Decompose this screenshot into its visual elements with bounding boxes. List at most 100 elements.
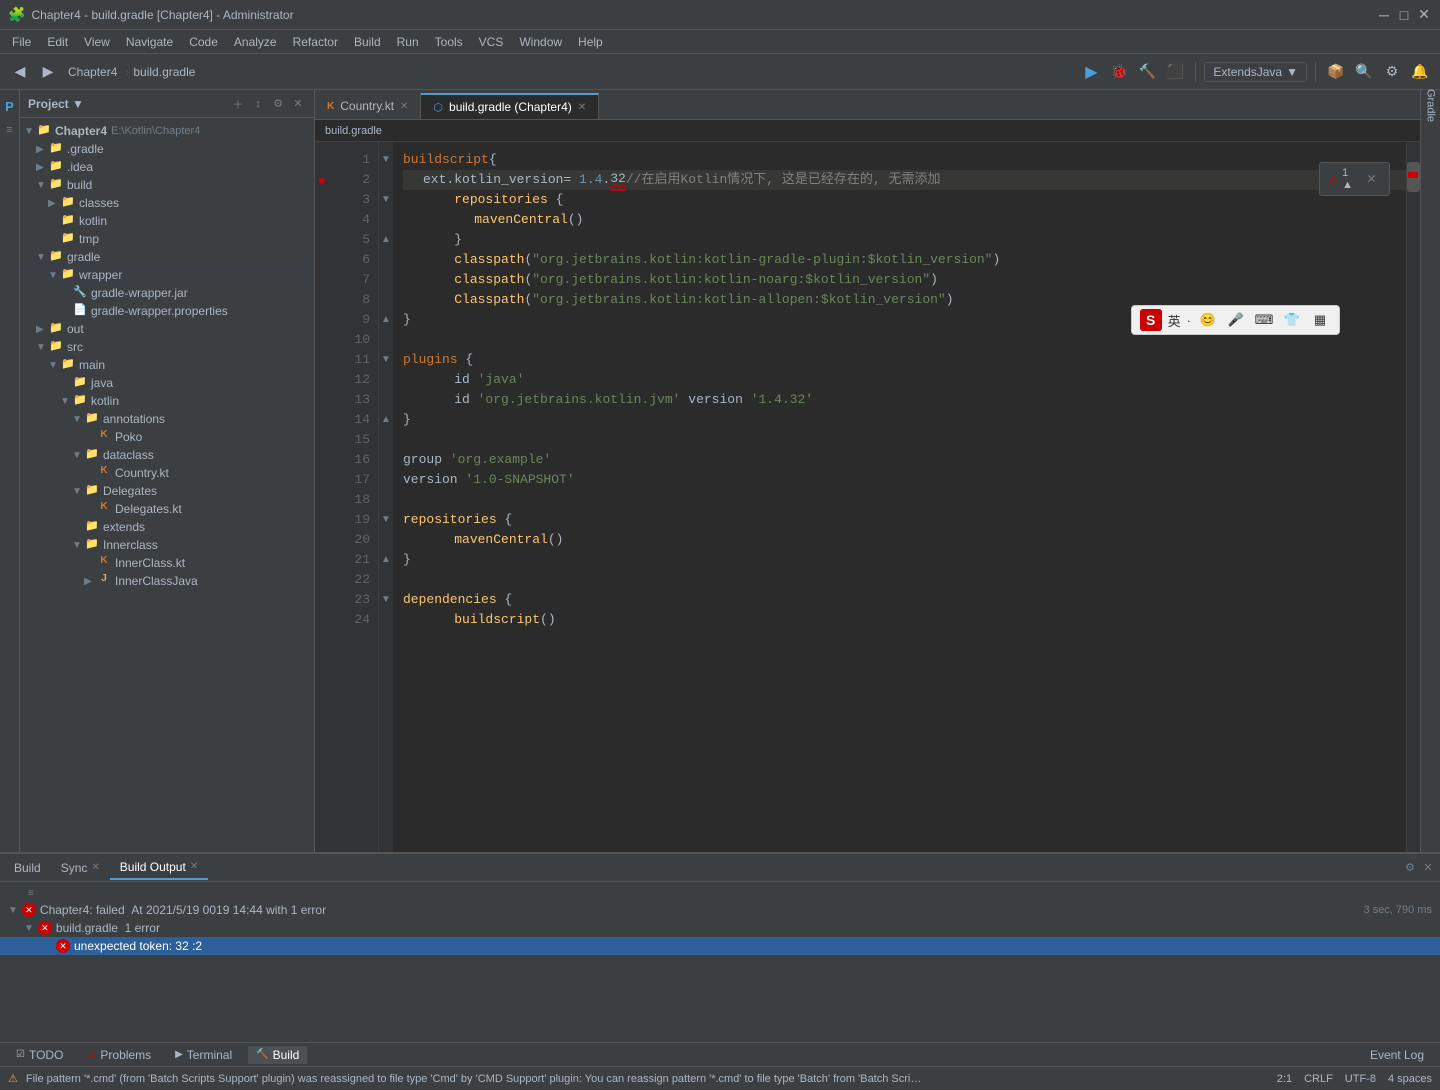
- tab-country[interactable]: K Country.kt ✕: [315, 93, 421, 119]
- settings-button[interactable]: ⚙: [1380, 60, 1404, 84]
- fold-14[interactable]: ▲: [379, 410, 393, 430]
- close-panel-icon[interactable]: ✕: [290, 96, 306, 112]
- sdk-button[interactable]: 📦: [1324, 60, 1348, 84]
- build-button[interactable]: 🔨: [1135, 60, 1159, 84]
- bottom-tab-todo[interactable]: ☑ TODO: [8, 1046, 71, 1064]
- fold-11[interactable]: ▼: [379, 350, 393, 370]
- im-icon3[interactable]: ⌨: [1253, 309, 1275, 331]
- tree-item-country[interactable]: K Country.kt: [20, 464, 314, 482]
- bottom-tab-problems[interactable]: ⚠ Problems: [79, 1046, 159, 1064]
- tree-item-chapter4[interactable]: ▼ 📁 Chapter4 E:\Kotlin\Chapter4: [20, 122, 314, 140]
- debug-button[interactable]: 🐞: [1107, 60, 1131, 84]
- im-s-icon[interactable]: S: [1140, 309, 1162, 331]
- build-error-row[interactable]: ✕ unexpected token: 32 :2: [0, 937, 1440, 955]
- minimize-button[interactable]: ─: [1376, 7, 1392, 23]
- build-tab-build[interactable]: Build: [4, 857, 51, 879]
- tree-item-poko[interactable]: K Poko: [20, 428, 314, 446]
- tab-buildgradle[interactable]: ⬡ build.gradle (Chapter4) ✕: [421, 93, 599, 119]
- add-icon[interactable]: ＋: [230, 96, 246, 112]
- tree-item-out[interactable]: ▶ 📁 out: [20, 320, 314, 338]
- tree-item-gradle-props[interactable]: 📄 gradle-wrapper.properties: [20, 302, 314, 320]
- sidebar-icon-structure[interactable]: ≡: [2, 122, 18, 138]
- tree-item-idea[interactable]: ▶ 📁 .idea: [20, 158, 314, 176]
- tree-item-innerclass[interactable]: ▼ 📁 Innerclass: [20, 536, 314, 554]
- fold-19[interactable]: ▼: [379, 510, 393, 530]
- tree-item-innerclass-kt[interactable]: K InnerClass.kt: [20, 554, 314, 572]
- tree-item-gradle[interactable]: ▶ 📁 .gradle: [20, 140, 314, 158]
- bottom-tab-eventlog[interactable]: Event Log: [1362, 1046, 1432, 1064]
- search-button[interactable]: 🔍: [1352, 60, 1376, 84]
- im-icon4[interactable]: 👕: [1281, 309, 1303, 331]
- bottom-tab-terminal[interactable]: ▶ Terminal: [167, 1046, 240, 1064]
- build-tab-output[interactable]: Build Output ✕: [110, 856, 208, 880]
- tree-item-kotlin2[interactable]: ▼ 📁 kotlin: [20, 392, 314, 410]
- menu-analyze[interactable]: Analyze: [226, 33, 285, 51]
- sync-close-icon[interactable]: ✕: [91, 862, 99, 873]
- menu-code[interactable]: Code: [181, 33, 226, 51]
- run-button[interactable]: ▶: [1079, 60, 1103, 84]
- menu-file[interactable]: File: [4, 33, 39, 51]
- tree-item-extends[interactable]: 📁 extends: [20, 518, 314, 536]
- tree-item-classes[interactable]: ▶ 📁 classes: [20, 194, 314, 212]
- fold-3[interactable]: ▼: [379, 190, 393, 210]
- build-gradle-row[interactable]: ▼ ✕ build.gradle 1 error: [0, 919, 1440, 937]
- tree-item-build[interactable]: ▼ 📁 build: [20, 176, 314, 194]
- fold-5[interactable]: ▲: [379, 230, 393, 250]
- menu-refactor[interactable]: Refactor: [285, 33, 346, 51]
- menu-help[interactable]: Help: [570, 33, 611, 51]
- tree-item-annotations[interactable]: ▼ 📁 annotations: [20, 410, 314, 428]
- fold-23[interactable]: ▼: [379, 590, 393, 610]
- stop-button[interactable]: ⬛: [1163, 60, 1187, 84]
- tree-item-innerclassjava[interactable]: ▶ J InnerClassJava: [20, 572, 314, 590]
- config-dropdown[interactable]: ExtendsJava ▼: [1204, 62, 1307, 82]
- code-content[interactable]: buildscript{ ext.kotlin_version= 1.4.32/…: [393, 142, 1406, 852]
- build-failed-row[interactable]: ▼ ✕ Chapter4: failed At 2021/5/19 0019 1…: [0, 901, 1440, 919]
- line-sep[interactable]: CRLF: [1304, 1073, 1333, 1085]
- menu-window[interactable]: Window: [511, 33, 570, 51]
- maximize-button[interactable]: □: [1396, 7, 1412, 23]
- bottom-tab-build[interactable]: 🔨 Build: [248, 1046, 307, 1064]
- tree-item-kotlin1[interactable]: 📁 kotlin: [20, 212, 314, 230]
- build-settings-icon[interactable]: ⚙: [1402, 860, 1418, 876]
- cursor-position[interactable]: 2:1: [1277, 1073, 1292, 1085]
- im-icon5[interactable]: ▦: [1309, 309, 1331, 331]
- tree-item-tmp[interactable]: 📁 tmp: [20, 230, 314, 248]
- menu-vcs[interactable]: VCS: [471, 33, 512, 51]
- menu-build[interactable]: Build: [346, 33, 389, 51]
- tree-item-java[interactable]: 📁 java: [20, 374, 314, 392]
- build-tab-sync[interactable]: Sync ✕: [51, 857, 110, 879]
- fold-9[interactable]: ▲: [379, 310, 393, 330]
- sidebar-icon-project[interactable]: P: [2, 98, 18, 114]
- menu-edit[interactable]: Edit: [39, 33, 76, 51]
- tree-item-main[interactable]: ▼ 📁 main: [20, 356, 314, 374]
- forward-button[interactable]: ▶: [36, 60, 60, 84]
- im-icon1[interactable]: 😊: [1197, 309, 1219, 331]
- settings-icon[interactable]: ⚙: [270, 96, 286, 112]
- menu-view[interactable]: View: [76, 33, 118, 51]
- tree-item-gradle-folder[interactable]: ▼ 📁 gradle: [20, 248, 314, 266]
- fold-21[interactable]: ▲: [379, 550, 393, 570]
- sort-icon[interactable]: ↕: [250, 96, 266, 112]
- notifications-button[interactable]: 🔔: [1408, 60, 1432, 84]
- breadcrumb-project[interactable]: Chapter4: [64, 65, 121, 79]
- menu-run[interactable]: Run: [389, 33, 427, 51]
- fold-1[interactable]: ▼: [379, 150, 393, 170]
- indent[interactable]: 4 spaces: [1388, 1073, 1432, 1085]
- tree-item-delegates-kt[interactable]: K Delegates.kt: [20, 500, 314, 518]
- tree-item-src[interactable]: ▼ 📁 src: [20, 338, 314, 356]
- encoding[interactable]: UTF-8: [1345, 1073, 1376, 1085]
- tree-item-delegates-folder[interactable]: ▼ 📁 Delegates: [20, 482, 314, 500]
- tab-buildgradle-close[interactable]: ✕: [578, 102, 586, 113]
- menu-tools[interactable]: Tools: [427, 33, 471, 51]
- close-button[interactable]: ✕: [1416, 7, 1432, 23]
- editor-scrollbar[interactable]: ⚠ 1 ▲ ✕: [1406, 142, 1420, 852]
- im-icon2[interactable]: 🎤: [1225, 309, 1247, 331]
- tree-item-wrapper[interactable]: ▼ 📁 wrapper: [20, 266, 314, 284]
- gradle-icon[interactable]: Gradle: [1423, 98, 1439, 114]
- tab-country-close[interactable]: ✕: [400, 101, 408, 112]
- build-close-icon[interactable]: ✕: [1420, 860, 1436, 876]
- tree-item-dataclass[interactable]: ▼ 📁 dataclass: [20, 446, 314, 464]
- hint-close[interactable]: ✕: [1362, 167, 1381, 191]
- menu-navigate[interactable]: Navigate: [118, 33, 181, 51]
- back-button[interactable]: ◀: [8, 60, 32, 84]
